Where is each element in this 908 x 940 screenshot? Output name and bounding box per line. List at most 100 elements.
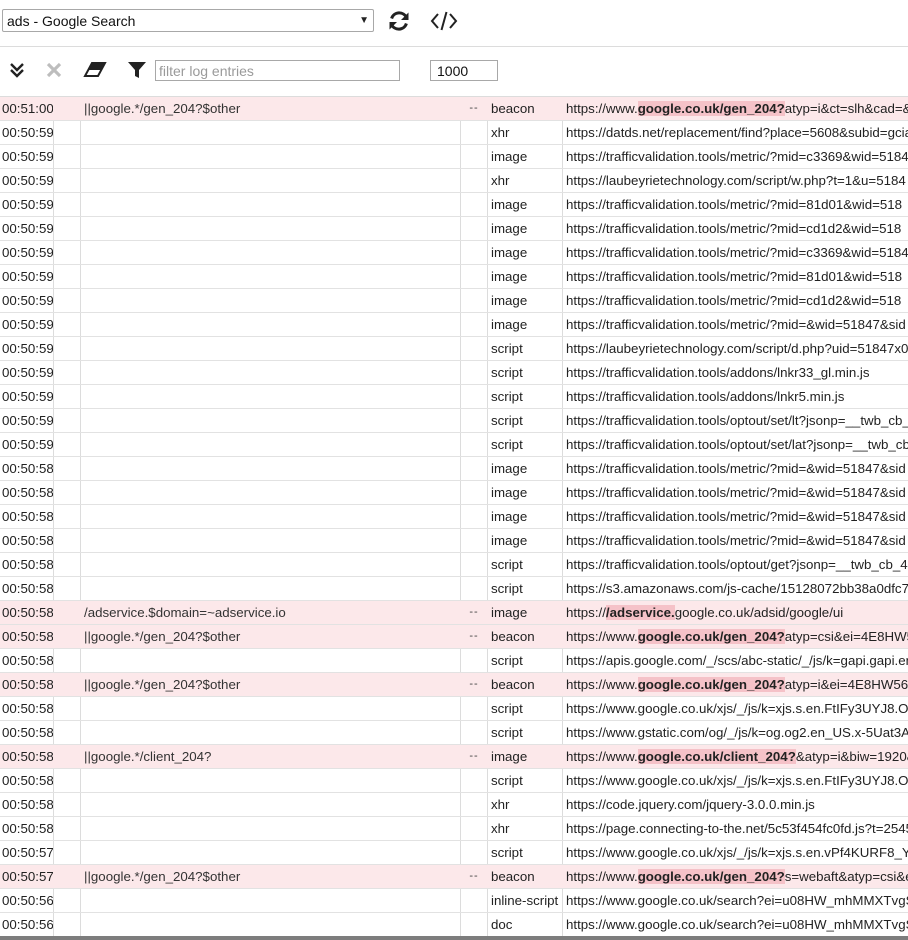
log-row[interactable]: 00:50:58 script https://apis.google.com/_/… — [0, 649, 908, 673]
url-text: &atyp=i&biw=1920& — [795, 749, 908, 764]
log-url[interactable]: https://trafficvalidation.tools/metric/?… — [563, 241, 908, 264]
log-url[interactable]: https://s3.amazonaws.com/js-cache/151280… — [563, 577, 908, 600]
log-result — [461, 313, 487, 336]
log-row-blocked[interactable]: 00:50:58/adservice.$domain=~adservice.io… — [0, 601, 908, 625]
log-url[interactable]: https://trafficvalidation.tools/metric/?… — [563, 313, 908, 336]
log-row[interactable]: 00:50:58 image https://trafficvalidation.t… — [0, 529, 908, 553]
log-url[interactable]: https://trafficvalidation.tools/metric/?… — [563, 145, 908, 168]
log-row[interactable]: 00:50:59 image https://trafficvalidation.t… — [0, 241, 908, 265]
log-row[interactable]: 00:50:56 doc https://www.google.co.uk/sear… — [0, 913, 908, 937]
log-type: image — [491, 317, 528, 332]
log-url[interactable]: https://laubeyrietechnology.com/script/d… — [563, 337, 908, 360]
log-url[interactable]: https://trafficvalidation.tools/metric/?… — [563, 193, 908, 216]
log-url[interactable]: https://www.google.co.uk/search?ei=u08HW… — [563, 889, 908, 912]
funnel-icon — [128, 62, 146, 78]
log-result — [461, 481, 487, 504]
log-time: 00:50:58 — [2, 581, 53, 596]
log-row[interactable]: 00:50:58 script https://www.google.co.uk/x… — [0, 697, 908, 721]
log-result — [461, 145, 487, 168]
log-row[interactable]: 00:50:59 script https://trafficvalidation.… — [0, 361, 908, 385]
collapse-all-button[interactable] — [4, 57, 30, 83]
log-url[interactable]: https://www.google.co.uk/xjs/_/js/k=xjs.… — [563, 769, 908, 792]
log-filter — [81, 145, 460, 168]
log-row[interactable]: 00:50:58 script https://www.gstatic.com/og… — [0, 721, 908, 745]
log-row[interactable]: 00:50:59 image https://trafficvalidation.t… — [0, 193, 908, 217]
log-url[interactable]: https://trafficvalidation.tools/optout/s… — [563, 433, 908, 456]
clear-button[interactable] — [41, 57, 67, 83]
log-time: 00:50:59 — [2, 149, 53, 164]
log-url[interactable]: https://trafficvalidation.tools/addons/l… — [563, 361, 908, 384]
log-row[interactable]: 00:50:59 script https://laubeyrietechnolog… — [0, 337, 908, 361]
log-row[interactable]: 00:50:58 script https://trafficvalidation.… — [0, 553, 908, 577]
log-result — [461, 409, 487, 432]
url-text: https://www.gstatic.com/og/_/js/k=og.og2… — [566, 725, 908, 740]
log-url[interactable]: https://trafficvalidation.tools/metric/?… — [563, 289, 908, 312]
log-url[interactable]: https://trafficvalidation.tools/metric/?… — [563, 457, 908, 480]
log-row[interactable]: 00:50:57 script https://www.google.co.uk/x… — [0, 841, 908, 865]
log-row[interactable]: 00:50:58 image https://trafficvalidation.t… — [0, 481, 908, 505]
bottom-scrollbar[interactable] — [0, 936, 908, 940]
reload-button[interactable] — [384, 6, 414, 36]
eraser-button[interactable] — [82, 57, 108, 83]
log-url[interactable]: https://www.google.co.uk/xjs/_/js/k=xjs.… — [563, 841, 908, 864]
log-url[interactable]: https://www.google.co.uk/gen_204?atyp=i&… — [563, 673, 908, 696]
log-row[interactable]: 00:50:59 script https://trafficvalidation.… — [0, 409, 908, 433]
log-row[interactable]: 00:50:59 image https://trafficvalidation.t… — [0, 265, 908, 289]
log-row-blocked[interactable]: 00:50:58 ||google.*/client_204? -- image htt… — [0, 745, 908, 769]
log-time: 00:50:59 — [2, 413, 53, 428]
log-row[interactable]: 00:50:58 xhr https://page.connecting-to-th… — [0, 817, 908, 841]
log-row[interactable]: 00:50:59 image https://trafficvalidation.t… — [0, 217, 908, 241]
log-row[interactable]: 00:50:59 xhr https://laubeyrietechnology.c… — [0, 169, 908, 193]
log-row-blocked[interactable]: 00:50:57 ||google.*/gen_204?$other -- beaco… — [0, 865, 908, 889]
log-row[interactable]: 00:50:59 image https://trafficvalidation.t… — [0, 289, 908, 313]
tab-select[interactable]: ads - Google Search ▼ — [2, 9, 374, 32]
code-icon — [430, 11, 458, 31]
log-row-blocked[interactable]: 00:50:58 ||google.*/gen_204?$other -- beaco… — [0, 625, 908, 649]
log-row[interactable]: 00:50:58 script https://www.google.co.uk/x… — [0, 769, 908, 793]
log-url[interactable]: https://www.google.co.uk/search?ei=u08HW… — [563, 913, 908, 936]
log-url[interactable]: https://www.google.co.uk/gen_204?s=webaf… — [563, 865, 908, 888]
log-url[interactable]: https://page.connecting-to-the.net/5c53f… — [563, 817, 908, 840]
log-url[interactable]: https://www.google.co.uk/gen_204?atyp=i&… — [563, 97, 908, 120]
log-row[interactable]: 00:50:59 script https://trafficvalidation.… — [0, 385, 908, 409]
log-url[interactable]: https://code.jquery.com/jquery-3.0.0.min… — [563, 793, 908, 816]
log-filter: ||google.*/gen_204?$other — [84, 101, 241, 116]
log-row[interactable]: 00:50:58 image https://trafficvalidation.t… — [0, 505, 908, 529]
log-filter — [81, 241, 460, 264]
view-source-button[interactable] — [428, 6, 460, 36]
log-url[interactable]: https://www.google.co.uk/xjs/_/js/k=xjs.… — [563, 697, 908, 720]
log-url[interactable]: https://trafficvalidation.tools/optout/g… — [563, 553, 908, 576]
log-url[interactable]: https://www.google.co.uk/client_204?&aty… — [563, 745, 908, 768]
log-url[interactable]: https://apis.google.com/_/scs/abc-static… — [563, 649, 908, 672]
filter-toggle-button[interactable] — [124, 57, 150, 83]
log-url[interactable]: https://trafficvalidation.tools/optout/s… — [563, 409, 908, 432]
url-text: https://trafficvalidation.tools/metric/?… — [566, 197, 903, 212]
log-url[interactable]: https://www.google.co.uk/gen_204?atyp=cs… — [563, 625, 908, 648]
log-time: 00:50:56 — [2, 893, 53, 908]
log-row[interactable]: 00:50:56 inline-script https://www.google.… — [0, 889, 908, 913]
log-url[interactable]: https://trafficvalidation.tools/addons/l… — [563, 385, 908, 408]
filter-log-input[interactable] — [155, 60, 400, 81]
log-row[interactable]: 00:50:59 script https://trafficvalidation.… — [0, 433, 908, 457]
log-row-blocked[interactable]: 00:50:58 ||google.*/gen_204?$other -- beaco… — [0, 673, 908, 697]
log-time: 00:50:58 — [2, 533, 53, 548]
log-row[interactable]: 00:50:58 xhr https://code.jquery.com/jquer… — [0, 793, 908, 817]
log-url[interactable]: https://trafficvalidation.tools/metric/?… — [563, 217, 908, 240]
log-url[interactable]: https://trafficvalidation.tools/metric/?… — [563, 505, 908, 528]
log-url[interactable]: https://www.gstatic.com/og/_/js/k=og.og2… — [563, 721, 908, 744]
log-row[interactable]: 00:50:59 xhr https://datds.net/replacement… — [0, 121, 908, 145]
log-result — [461, 217, 487, 240]
max-entries-input[interactable] — [430, 60, 498, 81]
log-url[interactable]: https://laubeyrietechnology.com/script/w… — [563, 169, 908, 192]
tab-select-value: ads - Google Search — [7, 13, 136, 29]
log-url[interactable]: https://trafficvalidation.tools/metric/?… — [563, 265, 908, 288]
log-row-blocked[interactable]: 00:51:00 ||google.*/gen_204?$other -- beaco… — [0, 97, 908, 121]
log-row[interactable]: 00:50:59 image https://trafficvalidation.t… — [0, 145, 908, 169]
log-row[interactable]: 00:50:59 image https://trafficvalidation.t… — [0, 313, 908, 337]
log-row[interactable]: 00:50:58 image https://trafficvalidation.t… — [0, 457, 908, 481]
log-row[interactable]: 00:50:58 script https://s3.amazonaws.com/j… — [0, 577, 908, 601]
log-url[interactable]: https://datds.net/replacement/find?place… — [563, 121, 908, 144]
log-url[interactable]: https:///adservice.google.co.uk/adsid/go… — [563, 601, 908, 624]
log-url[interactable]: https://trafficvalidation.tools/metric/?… — [563, 529, 908, 552]
log-url[interactable]: https://trafficvalidation.tools/metric/?… — [563, 481, 908, 504]
